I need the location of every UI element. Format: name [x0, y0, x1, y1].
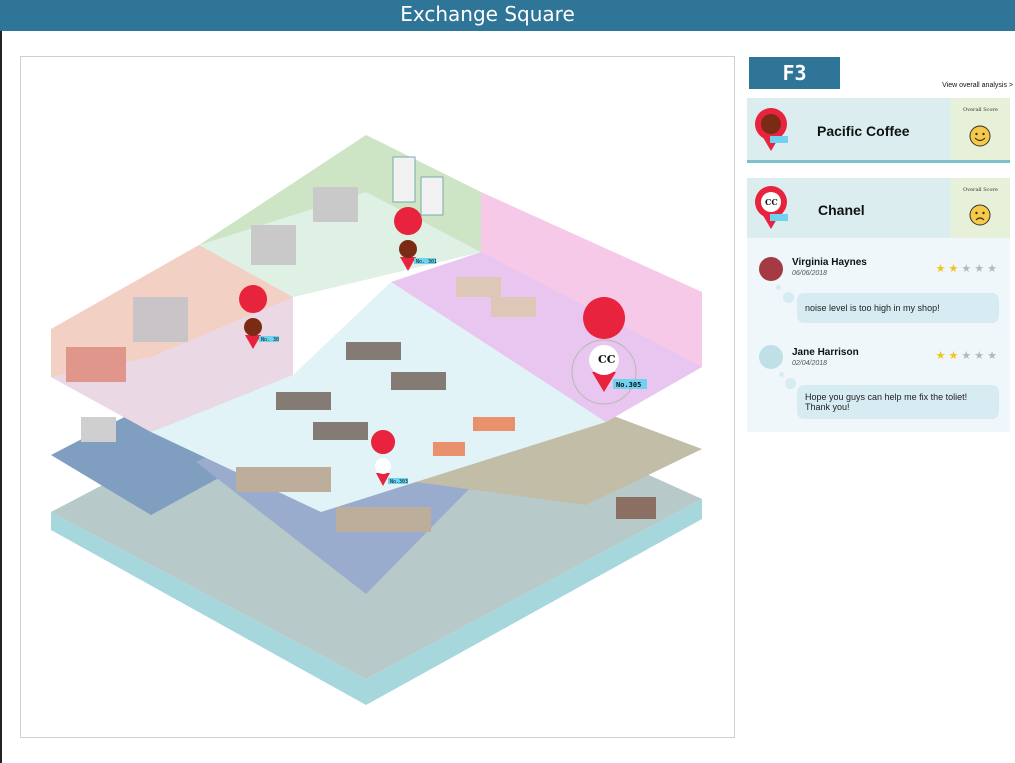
overall-score-label: Overall Score	[963, 187, 998, 193]
avatar	[759, 345, 783, 369]
review-date: 06/06/2018	[792, 270, 828, 277]
page-title: Exchange Square	[400, 2, 575, 26]
review-list: Virginia Haynes 06/06/2018 ★★★★★ noise l…	[747, 238, 1010, 432]
svg-text:No.305: No.305	[616, 381, 641, 389]
shop-card-pacific-coffee[interactable]: Pacific Coffee Overall Score	[747, 98, 1010, 163]
view-overall-analysis-link[interactable]: View overall analysis >	[942, 82, 1013, 89]
floor-map[interactable]: No. 301 No. 30 CC No.305 No.303	[20, 56, 735, 738]
reception-desk	[616, 497, 656, 519]
reviewer-name: Virginia Haynes	[792, 257, 867, 268]
review-text: noise level is too high in my shop!	[797, 293, 999, 323]
desk-6	[313, 422, 368, 440]
meeting-table-2	[336, 507, 431, 532]
star-icon: ★	[961, 263, 975, 275]
review-text: Hope you guys can help me fix the toliet…	[797, 385, 999, 419]
cafe-counter	[66, 347, 126, 382]
star-icon: ★	[948, 263, 962, 275]
star-icon: ★	[974, 350, 988, 362]
rating-stars: ★★★★★	[936, 349, 1000, 362]
reviewer-name: Jane Harrison	[792, 347, 859, 358]
chanel-pin-icon: CC	[755, 186, 788, 229]
whiteboard-2	[420, 176, 444, 216]
desk-block-2	[313, 187, 358, 222]
lounge-chair	[81, 417, 116, 442]
svg-text:No. 30: No. 30	[261, 337, 279, 343]
shop-card-chanel[interactable]: CC Chanel Overall Score	[747, 178, 1010, 238]
svg-text:CC: CC	[765, 197, 778, 207]
floor-map-illustration: No. 301 No. 30 CC No.305 No.303	[51, 135, 702, 705]
star-icon: ★	[935, 350, 949, 362]
star-icon: ★	[987, 263, 1000, 275]
svg-text:CC: CC	[598, 353, 616, 366]
star-icon: ★	[987, 350, 1000, 362]
overall-score-box: Overall Score	[951, 178, 1010, 238]
bubble-dot	[776, 285, 781, 290]
floor-selector[interactable]: F3	[749, 57, 840, 89]
star-icon: ★	[935, 263, 949, 275]
desk-5	[276, 392, 331, 410]
sad-face-icon	[969, 204, 991, 226]
desk-8	[491, 297, 536, 317]
sofa-2	[473, 417, 515, 431]
review-date: 02/04/2018	[792, 360, 828, 367]
meeting-table-1	[236, 467, 331, 492]
header-bar: Exchange Square	[0, 0, 1015, 31]
cafe-shelf	[133, 297, 188, 342]
bubble-dot	[779, 372, 784, 377]
desk-4	[391, 372, 446, 390]
avatar	[759, 257, 783, 281]
shop-name: Pacific Coffee	[817, 123, 910, 139]
sofa-1	[433, 442, 465, 456]
overall-score-box: Overall Score	[951, 98, 1010, 160]
overall-score-label: Overall Score	[963, 107, 998, 113]
svg-text:No. 301: No. 301	[416, 259, 437, 265]
desk-block-1	[251, 225, 296, 265]
star-icon: ★	[974, 263, 988, 275]
star-icon: ★	[948, 350, 962, 362]
bubble-dot	[783, 292, 794, 303]
whiteboard-1	[392, 156, 416, 203]
desk-3	[346, 342, 401, 360]
pacific-coffee-pin-icon	[755, 108, 788, 151]
svg-text:No.303: No.303	[390, 479, 408, 485]
happy-face-icon	[969, 125, 991, 147]
rating-stars: ★★★★★	[936, 262, 1000, 275]
desk-7	[456, 277, 501, 297]
bubble-dot	[785, 378, 796, 389]
left-divider	[0, 31, 2, 763]
shop-name: Chanel	[818, 202, 865, 218]
star-icon: ★	[961, 350, 975, 362]
